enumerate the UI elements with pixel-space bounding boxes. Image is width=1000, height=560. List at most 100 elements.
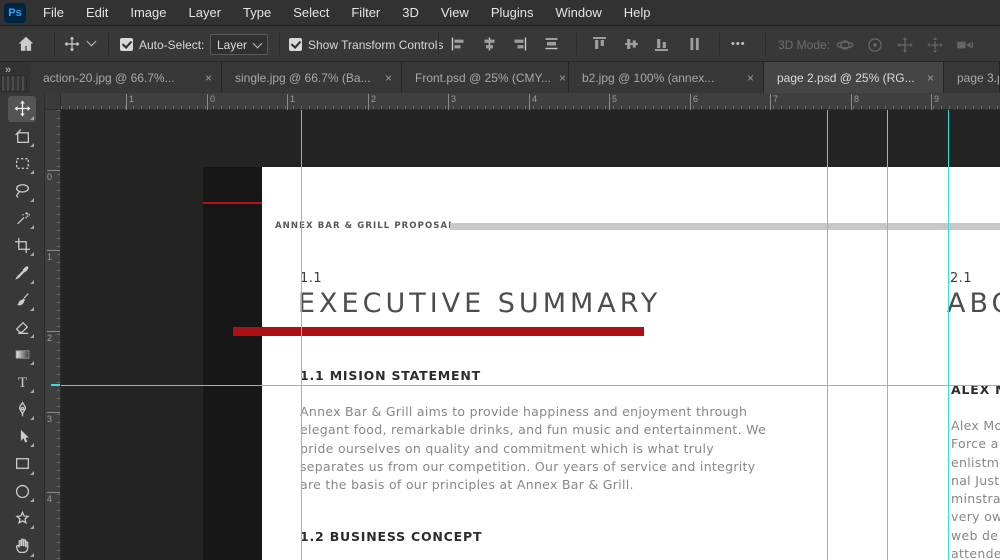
paragraph-line: separates us from our competition. Our y… (300, 458, 756, 474)
divider (719, 33, 720, 55)
menu-help[interactable]: Help (613, 0, 662, 26)
vertical-ruler[interactable]: 0 1 2 3 4 (45, 110, 61, 560)
tab-title: page 2.psd @ 25% (RG... (777, 70, 915, 85)
ellipse-tool[interactable] (8, 478, 36, 504)
distribute-horizontally-icon[interactable] (543, 36, 560, 57)
move-tool-icon[interactable] (64, 36, 80, 57)
show-transform-checkbox[interactable] (289, 38, 302, 51)
photoshop-logo[interactable]: Ps (4, 2, 26, 23)
menu-plugins[interactable]: Plugins (480, 0, 545, 26)
eraser-tool[interactable] (8, 314, 36, 340)
brush-tool[interactable] (8, 287, 36, 313)
right-section-number: 2.1 (950, 271, 973, 286)
menu-type[interactable]: Type (232, 0, 282, 26)
align-bottom-edges-icon[interactable] (653, 36, 670, 57)
menu-3d[interactable]: 3D (391, 0, 430, 26)
close-icon[interactable]: × (559, 71, 566, 85)
section-title: EXECUTIVE SUMMARY (298, 288, 662, 319)
type-tool[interactable]: T (8, 369, 36, 395)
tools-panel: T (0, 93, 45, 560)
auto-select-label: Auto-Select: (139, 38, 205, 52)
tab-front[interactable]: Front.psd @ 25% (CMY... × (402, 62, 569, 93)
menu-file[interactable]: File (32, 0, 75, 26)
close-icon[interactable]: × (927, 71, 934, 85)
path-selection-tool[interactable] (8, 424, 36, 450)
tab-page-3[interactable]: page 3.p (944, 62, 1000, 93)
3d-slide-icon (926, 36, 944, 59)
menu-view[interactable]: View (430, 0, 480, 26)
title-underline-bar (233, 327, 644, 336)
tab-action-20[interactable]: action-20.jpg @ 66.7%... × (30, 62, 222, 93)
auto-select-checkbox[interactable] (120, 38, 133, 51)
distribute-vertically-icon[interactable] (686, 36, 703, 57)
chevron-down-icon (252, 38, 263, 48)
close-icon[interactable]: × (747, 71, 754, 85)
menu-window[interactable]: Window (544, 0, 612, 26)
horizontal-ruler[interactable]: 1 0 1 2 3 4 5 6 7 8 9 (61, 93, 1000, 110)
paragraph-line: Annex Bar & Grill aims to provide happin… (300, 404, 748, 419)
vertical-guide[interactable] (827, 110, 828, 560)
divider (54, 33, 55, 55)
menu-filter[interactable]: Filter (340, 0, 391, 26)
close-icon[interactable]: × (385, 71, 392, 85)
paragraph-line: minstra (951, 491, 1000, 507)
align-top-edges-icon[interactable] (591, 36, 608, 57)
right-paragraph: Alex Mo Force a enlistm nal Just minstra… (951, 417, 1000, 560)
paragraph-line: enlistm (951, 454, 1000, 470)
tab-title: action-20.jpg @ 66.7%... (43, 70, 175, 85)
vertical-guide[interactable] (948, 110, 949, 560)
auto-select-dropdown[interactable]: Layer (210, 34, 268, 55)
hand-tool[interactable] (8, 533, 36, 559)
align-left-edges-icon[interactable] (450, 36, 467, 57)
ruler-corner (45, 93, 61, 110)
rectangle-tool[interactable] (8, 451, 36, 477)
document-canvas[interactable]: ANNEX BAR & GRILL PROPOSAL 1.1 EXECUTIVE… (61, 110, 1000, 560)
menu-layer[interactable]: Layer (178, 0, 233, 26)
right-section-title: ABO (947, 288, 1000, 319)
paragraph-line: very ow (951, 509, 1000, 525)
ruler-label: 1 (126, 94, 134, 110)
tab-title: b2.jpg @ 100% (annex... (582, 70, 715, 85)
custom-shape-tool[interactable] (8, 505, 36, 531)
more-align-options-button[interactable]: ••• (731, 38, 746, 50)
menu-bar: Ps File Edit Image Layer Type Select Fil… (0, 0, 1000, 26)
crop-tool[interactable] (8, 232, 36, 258)
vertical-guide[interactable] (301, 110, 302, 560)
divider (438, 33, 439, 55)
tab-page-2-active[interactable]: page 2.psd @ 25% (RG... × (764, 62, 944, 93)
rectangular-marquee-tool[interactable] (8, 151, 36, 177)
3d-orbit-icon (836, 36, 854, 59)
lasso-tool[interactable] (8, 178, 36, 204)
vertical-guide[interactable] (887, 110, 888, 560)
move-tool[interactable] (8, 96, 36, 122)
paragraph-line: nal Just (951, 472, 1000, 488)
tab-b2[interactable]: b2.jpg @ 100% (annex... × (569, 62, 764, 93)
divider (108, 33, 109, 55)
ruler-label: 2 (47, 331, 60, 343)
paragraph-line: are the basis of our principles at Annex… (300, 477, 634, 493)
close-icon[interactable]: × (205, 71, 212, 85)
gradient-tool[interactable] (8, 342, 36, 368)
panel-grip[interactable] (1, 75, 27, 92)
panel-strip: » (0, 62, 30, 93)
show-transform-label: Show Transform Controls (308, 38, 444, 52)
align-vertical-centers-icon[interactable] (623, 36, 640, 57)
tab-single[interactable]: single.jpg @ 66.7% (Ba... × (222, 62, 402, 93)
menu-edit[interactable]: Edit (75, 0, 119, 26)
paragraph-line: web de (951, 527, 999, 543)
mission-heading: 1.1 MISION STATEMENT (300, 368, 481, 383)
ruler-label: 4 (529, 94, 537, 110)
menu-select[interactable]: Select (282, 0, 340, 26)
chevron-down-icon[interactable] (86, 36, 97, 47)
frame-tool[interactable] (8, 123, 36, 149)
doc-header-rule (450, 223, 1000, 230)
eyedropper-tool[interactable] (8, 260, 36, 286)
horizontal-guide[interactable] (61, 385, 1000, 386)
menu-image[interactable]: Image (119, 0, 177, 26)
align-right-edges-icon[interactable] (511, 36, 528, 57)
pen-tool[interactable] (8, 396, 36, 422)
paragraph-line: pride ourselves on quality and commitmen… (300, 440, 714, 456)
home-icon[interactable] (17, 35, 35, 58)
magic-wand-tool[interactable] (8, 205, 36, 231)
align-horizontal-centers-icon[interactable] (481, 36, 498, 57)
